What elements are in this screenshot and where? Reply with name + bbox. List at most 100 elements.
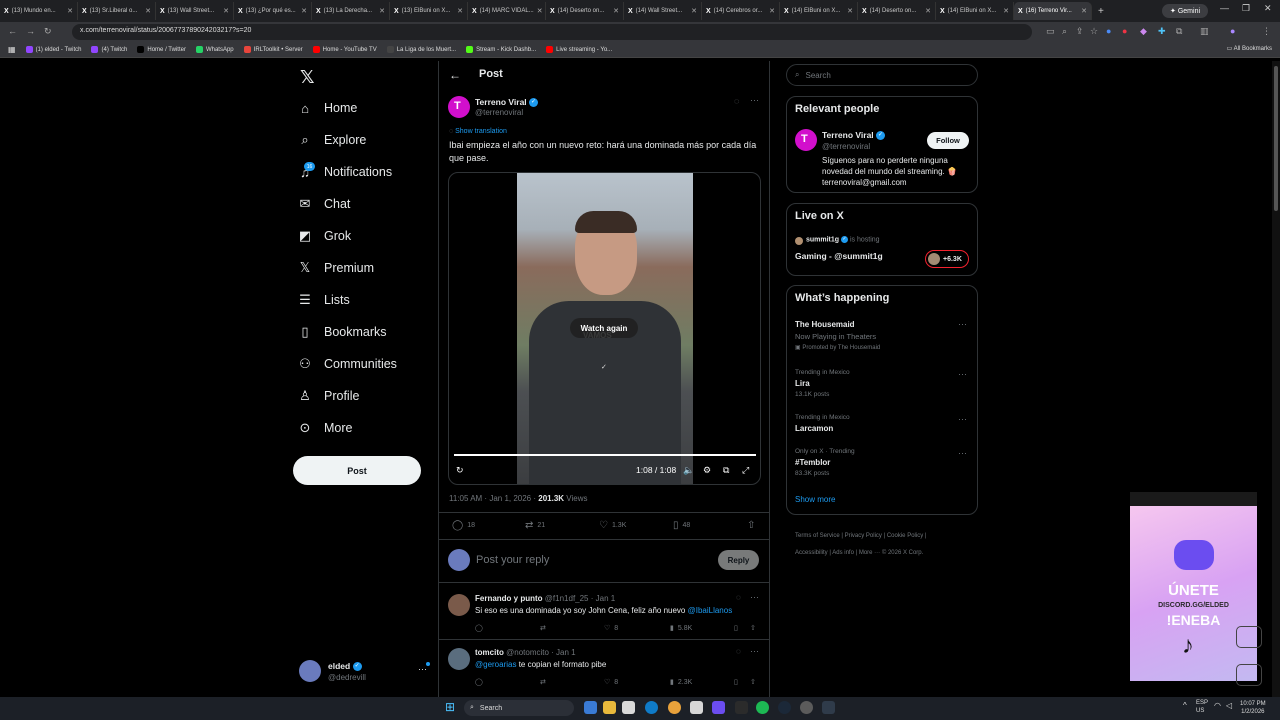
trend-item[interactable]: Only on X · Trending #Temblor 83.3K post… — [795, 448, 855, 477]
back-arrow-icon[interactable]: ← — [449, 68, 461, 82]
relevant-name[interactable]: Terreno Viral ✓ — [822, 130, 886, 141]
maximize-button[interactable]: ❐ — [1242, 3, 1250, 14]
nav-item-bookmarks[interactable]: ▯ Bookmarks — [298, 319, 386, 345]
close-tab-icon[interactable]: ✕ — [301, 7, 307, 15]
share-icon[interactable]: ⇪ — [1076, 26, 1084, 37]
reply-repost-action[interactable]: ⇄ — [540, 678, 546, 686]
close-tab-icon[interactable]: ✕ — [925, 7, 931, 15]
more-dots-icon[interactable]: ··· — [750, 95, 759, 105]
footer-link[interactable]: Accessibility — [795, 550, 828, 556]
grok-icon[interactable]: ◌ — [736, 647, 741, 656]
show-more-link[interactable]: Show more — [795, 495, 835, 504]
sidepanel-icon[interactable]: ▥ — [1200, 26, 1209, 37]
bookmark-item[interactable]: (4) Twitch — [91, 46, 127, 53]
browser-tab[interactable]: X (13) Sr.Liberal o... ✕ — [78, 2, 156, 20]
fullscreen-icon[interactable]: ⤢ — [742, 465, 749, 476]
more-dots-icon[interactable]: ··· — [958, 369, 967, 379]
forward-icon[interactable]: → — [26, 26, 35, 36]
reply-share-action[interactable]: ⇧ — [750, 624, 756, 632]
nav-item-profile[interactable]: ♙ Profile — [298, 383, 359, 409]
close-tab-icon[interactable]: ✕ — [1003, 7, 1009, 15]
trend-item[interactable]: Trending in Mexico Larcamon — [795, 414, 850, 433]
close-tab-icon[interactable]: ✕ — [613, 7, 619, 15]
reply-repost-action[interactable]: ⇄ — [540, 624, 546, 632]
video-progress-bar[interactable] — [454, 454, 756, 456]
author-handle[interactable]: @terrenoviral — [475, 108, 523, 117]
bookmark-item[interactable]: Stream - Kick Dashb... — [466, 46, 536, 53]
bookmark-item[interactable]: IRLToolkit • Server — [243, 46, 303, 53]
browser-tab[interactable]: X (13) ¿Por qué es... ✕ — [234, 2, 312, 20]
browser-tab[interactable]: X (13) ElBuni on X... ✕ — [390, 2, 468, 20]
watch-again-button[interactable]: Watch again — [570, 318, 638, 338]
browser-tab[interactable]: X (14) ElBuni on X... ✕ — [780, 2, 858, 20]
replay-icon[interactable]: ↻ — [456, 465, 464, 476]
browser-tab[interactable]: X (13) Mundo en... ✕ — [0, 2, 78, 20]
close-tab-icon[interactable]: ✕ — [145, 7, 151, 15]
more-dots-icon[interactable]: ··· — [418, 664, 427, 674]
bookmark-item[interactable]: La Liga de los Muert... — [386, 46, 456, 53]
relevant-handle[interactable]: @terrenoviral — [822, 142, 870, 151]
reply-like-action[interactable]: ♡ 8 — [604, 678, 618, 687]
edge-icon[interactable] — [645, 701, 658, 714]
more-dots-icon[interactable]: ··· — [958, 448, 967, 458]
reply-button[interactable]: Reply — [718, 550, 759, 570]
discord-app-icon[interactable] — [712, 701, 725, 714]
trend-item[interactable]: Trending in Mexico Lira 13.1K posts — [795, 369, 850, 398]
reply-bookmark-action[interactable]: ▯ — [734, 624, 738, 632]
live-listeners[interactable]: +6.3K — [925, 250, 969, 268]
browser-tab[interactable]: X (14) Deserto on... ✕ — [546, 2, 624, 20]
more-dots-icon[interactable]: ··· — [958, 414, 967, 424]
browser-tab[interactable]: X (16) Terreno Vir... ✕ — [1014, 2, 1092, 20]
menu-icon[interactable]: ⋮ — [1262, 26, 1271, 37]
reply-avatar[interactable] — [448, 648, 470, 670]
browser-tab[interactable]: X (14) Deserto on... ✕ — [858, 2, 936, 20]
url-bar[interactable]: x.com/terrenoviral/status/20067737890242… — [72, 24, 1032, 40]
apps-icon[interactable]: ▦ — [8, 45, 16, 54]
repost-action[interactable]: ⇄ 21 — [525, 520, 545, 531]
all-bookmarks[interactable]: ▭ All Bookmarks — [1227, 45, 1272, 52]
close-window-button[interactable]: ✕ — [1264, 3, 1272, 14]
footer-link[interactable]: Privacy Policy — [845, 533, 882, 539]
browser-tab[interactable]: X (14) Cerebros or... ✕ — [702, 2, 780, 20]
extension-icon[interactable]: ◆ — [1140, 26, 1147, 37]
grok-icon[interactable]: ◌ — [734, 96, 739, 106]
reply-input[interactable]: Post your reply — [476, 554, 549, 566]
more-dots-icon[interactable]: ··· — [750, 592, 759, 602]
puzzle-icon[interactable]: ⧉ — [1176, 26, 1182, 37]
bookmark-item[interactable]: WhatsApp — [195, 46, 234, 53]
close-tab-icon[interactable]: ✕ — [537, 7, 543, 15]
file-explorer-icon[interactable] — [584, 701, 597, 714]
browser-tab[interactable]: X (13) La Derecha... ✕ — [312, 2, 390, 20]
nav-item-more[interactable]: ⊙ More — [298, 415, 353, 441]
close-tab-icon[interactable]: ✕ — [691, 7, 697, 15]
bookmark-item[interactable]: Live streaming - Yo... — [546, 46, 612, 53]
floating-button[interactable] — [1236, 626, 1262, 648]
clock[interactable]: 10:07 PM 1/2/2026 — [1240, 700, 1266, 716]
follow-button[interactable]: Follow — [927, 132, 969, 149]
more-dots-icon[interactable]: ··· — [750, 646, 759, 656]
wifi-icon[interactable]: ◠ — [1214, 701, 1221, 710]
taskbar-search[interactable]: ⌕ Search — [464, 700, 574, 716]
x-logo-icon[interactable]: 𝕏 — [300, 67, 315, 88]
bookmark-item[interactable]: (1) elded - Twitch — [25, 46, 81, 53]
footer-link[interactable]: More ··· — [859, 550, 880, 556]
show-translation[interactable]: ◌ Show translation — [449, 128, 507, 135]
app-icon[interactable] — [735, 701, 748, 714]
app-icon[interactable] — [690, 701, 703, 714]
nav-item-home[interactable]: ⌂ Home — [298, 95, 357, 121]
reply-share-action[interactable]: ⇧ — [750, 678, 756, 686]
reply-bookmark-action[interactable]: ▯ — [734, 678, 738, 686]
footer-link[interactable]: Ads info — [832, 550, 854, 556]
settings-icon[interactable]: ⚙ — [703, 465, 711, 476]
extension-icon[interactable]: ✚ — [1158, 26, 1166, 37]
search-input[interactable]: ⌕ Search — [786, 64, 978, 86]
chevron-up-icon[interactable]: ^ — [1183, 701, 1187, 710]
gemini-button[interactable]: ✦ Gemini — [1162, 4, 1208, 18]
cast-icon[interactable]: ▭ — [1046, 26, 1055, 37]
post-button[interactable]: Post — [293, 456, 421, 485]
new-tab-button[interactable]: + — [1098, 6, 1104, 17]
close-tab-icon[interactable]: ✕ — [1081, 7, 1087, 15]
windows-start-icon[interactable]: ⊞ — [445, 700, 455, 714]
app-icon[interactable] — [822, 701, 835, 714]
close-tab-icon[interactable]: ✕ — [67, 7, 73, 15]
